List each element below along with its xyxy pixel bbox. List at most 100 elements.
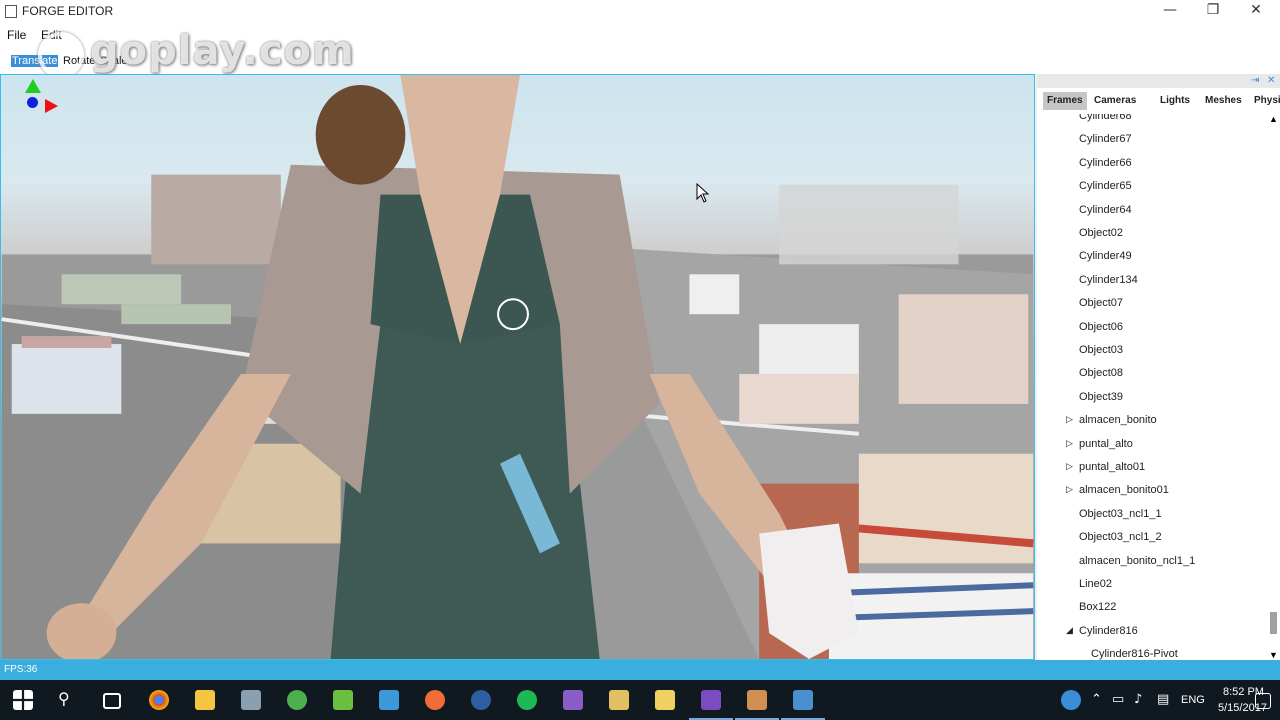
tree-item-label: Line02	[1079, 578, 1113, 590]
notepad-icon[interactable]	[333, 690, 353, 710]
panel-header: ⇥ ✕	[1037, 74, 1280, 88]
forge-app-icon[interactable]	[735, 690, 779, 720]
menu-file[interactable]: File	[7, 28, 26, 42]
scene-render	[1, 75, 1034, 659]
tree-item-label: puntal_alto01	[1079, 461, 1146, 473]
help-app-icon[interactable]	[655, 690, 675, 710]
close-icon[interactable]: ✕	[1234, 0, 1278, 22]
gizmo-x-axis-icon[interactable]	[45, 99, 58, 113]
restore-icon[interactable]: ❐	[1191, 0, 1235, 22]
keyboard-icon[interactable]: ▤	[1157, 692, 1169, 707]
tree-item-label: almacen_bonito	[1079, 414, 1157, 427]
search-icon[interactable]: ⚲	[58, 689, 70, 708]
tree-item[interactable]: Object03	[1037, 342, 1267, 362]
expand-arrow-icon[interactable]: ▷	[1066, 484, 1073, 495]
tree-item[interactable]: Cylinder66	[1037, 155, 1267, 175]
tree-item[interactable]: Object06	[1037, 319, 1267, 339]
forge-editor-window-icon[interactable]	[781, 690, 825, 720]
tree-item-label: puntal_alto	[1079, 437, 1133, 450]
tree-item[interactable]: ▷ puntal_alto01	[1037, 459, 1267, 479]
fps-counter: FPS:36	[4, 664, 38, 675]
gizmo-z-axis-icon[interactable]	[27, 97, 38, 108]
tree-item-label: Object02	[1079, 227, 1124, 239]
scroll-down-icon[interactable]: ▼	[1269, 650, 1278, 660]
tree-item[interactable]: ▷ almacen_bonito01	[1037, 482, 1267, 502]
volume-icon[interactable]: ♪	[1134, 692, 1142, 707]
tree-item[interactable]: ▷ almacen_bonito	[1037, 412, 1267, 432]
tree-item-label: Cylinder66	[1079, 156, 1132, 169]
folder-icon[interactable]	[609, 690, 629, 710]
tab-lights[interactable]: Lights	[1156, 92, 1194, 110]
tree-item-label: Cylinder816-Pivot	[1091, 648, 1178, 660]
database-icon[interactable]	[241, 690, 261, 710]
tree-item[interactable]: Cylinder68	[1037, 114, 1267, 128]
app-orange-icon[interactable]	[425, 690, 445, 710]
tree-item[interactable]: ◢ Cylinder816	[1037, 623, 1267, 643]
scroll-thumb[interactable]	[1270, 612, 1277, 634]
watermark: goplay.com	[90, 28, 355, 74]
expand-arrow-icon[interactable]: ▷	[1066, 414, 1073, 425]
eclipse-icon[interactable]	[471, 690, 491, 710]
chevron-up-icon[interactable]: ⌃	[1091, 692, 1102, 707]
visual-studio-icon[interactable]	[563, 690, 583, 710]
task-view-icon[interactable]	[103, 693, 121, 709]
tree-item-label: almacen_bonito01	[1079, 484, 1169, 497]
tree-item[interactable]: ▷ puntal_alto	[1037, 436, 1267, 456]
tree-item[interactable]: Object02	[1037, 225, 1267, 245]
watermark-logo-icon	[38, 32, 84, 78]
tree-item[interactable]: Object08	[1037, 365, 1267, 385]
gizmo-y-axis-icon[interactable]	[25, 79, 41, 93]
collapse-arrow-icon[interactable]: ◢	[1066, 625, 1073, 636]
expand-arrow-icon[interactable]: ▷	[1066, 461, 1073, 472]
help-tray-icon[interactable]	[1061, 690, 1081, 710]
tree-item[interactable]: Object03_ncl1_1	[1037, 506, 1267, 526]
pin-icon[interactable]: ⇥	[1251, 75, 1259, 86]
mouse-cursor-icon	[696, 183, 710, 203]
tab-cameras[interactable]: Cameras	[1090, 92, 1140, 110]
panel-close-icon[interactable]: ✕	[1267, 75, 1275, 86]
app-green-icon[interactable]	[287, 690, 307, 710]
tree-item[interactable]: Cylinder67	[1037, 131, 1267, 151]
app-blue-icon[interactable]	[379, 690, 399, 710]
tree-item-label: Cylinder134	[1079, 273, 1138, 286]
file-explorer-icon[interactable]	[195, 690, 215, 710]
chrome-icon[interactable]	[149, 690, 169, 710]
network-icon[interactable]: ▭	[1112, 692, 1124, 707]
tree-item[interactable]: Box122	[1037, 599, 1267, 619]
taskbar: ⚲ ⌃ ▭ ♪ ▤ ENG 8:52 PM 5/15/2017	[0, 680, 1280, 720]
tree-item[interactable]: Cylinder49	[1037, 248, 1267, 268]
windows-start-icon[interactable]	[13, 690, 33, 710]
tree-item-label: almacen_bonito_ncl1_1	[1079, 554, 1196, 567]
tree-item[interactable]: Object03_ncl1_2	[1037, 529, 1267, 549]
tree-item[interactable]: Cylinder65	[1037, 178, 1267, 198]
tree-item[interactable]: Object07	[1037, 295, 1267, 315]
tree-item[interactable]: Cylinder816-Pivot	[1037, 646, 1267, 660]
tree-item-label: Cylinder65	[1079, 180, 1132, 193]
visual-studio-2-icon[interactable]	[689, 690, 733, 720]
title-bar: FORGE EDITOR — ❐ ✕	[0, 0, 1280, 22]
app-icon	[5, 5, 17, 18]
tab-meshes[interactable]: Meshes	[1201, 92, 1246, 110]
tree-item-label: Object03_ncl1_1	[1079, 507, 1162, 520]
language-indicator[interactable]: ENG	[1181, 694, 1205, 706]
scroll-up-icon[interactable]: ▲	[1269, 114, 1278, 124]
window-title: FORGE EDITOR	[22, 4, 114, 18]
minimize-icon[interactable]: —	[1148, 0, 1192, 22]
tree-item[interactable]: almacen_bonito_ncl1_1	[1037, 553, 1267, 573]
3d-viewport[interactable]	[0, 74, 1035, 660]
tab-frames[interactable]: Frames	[1043, 92, 1087, 110]
expand-arrow-icon[interactable]: ▷	[1066, 438, 1073, 449]
tree-item-label: Cylinder68	[1079, 114, 1132, 122]
frames-tree: Cylinder68 Cylinder67 Cylinder66 Cylinder65…	[1037, 114, 1267, 660]
tree-item[interactable]: Object39	[1037, 389, 1267, 409]
tab-physics[interactable]: Physics	[1250, 92, 1280, 110]
tree-item[interactable]: Cylinder134	[1037, 272, 1267, 292]
tree-item[interactable]: Cylinder64	[1037, 202, 1267, 222]
tree-scrollbar[interactable]: ▲ ▼	[1267, 114, 1280, 660]
spotify-icon[interactable]	[517, 690, 537, 710]
notification-icon[interactable]	[1255, 693, 1271, 709]
tree-item-label: Box122	[1079, 601, 1117, 614]
tree-item[interactable]: Line02	[1037, 576, 1267, 596]
status-bar: FPS:36	[0, 660, 1280, 680]
tree-item-label: Cylinder816	[1079, 624, 1138, 637]
